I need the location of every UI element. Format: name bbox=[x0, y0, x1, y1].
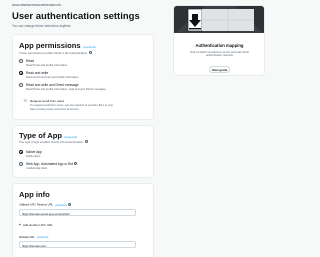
info-icon[interactable] bbox=[67, 203, 71, 206]
radio-native-app[interactable] bbox=[19, 150, 24, 155]
option-native-app-description: Public client bbox=[26, 155, 41, 158]
radio-read-and-write[interactable] bbox=[19, 71, 24, 76]
breadcrumb[interactable]: DEVELOPERSETTINGS/APPS/USERAUTH bbox=[12, 5, 61, 7]
radio-web-app[interactable] bbox=[19, 162, 24, 167]
email-request-toggle[interactable] bbox=[21, 99, 27, 103]
website-url-label-text: Website URL bbox=[19, 236, 35, 239]
required-tag: (required) bbox=[55, 203, 67, 207]
app-permissions-title-text: App permissions bbox=[19, 41, 81, 50]
option-read-and-write-description: Read and Post Posts and profile informat… bbox=[26, 76, 79, 79]
website-url-label: Website URL (required) bbox=[19, 236, 48, 239]
type-of-app-title-text: Type of App bbox=[19, 131, 63, 140]
page-subtitle: You can change these selections anytime. bbox=[12, 24, 72, 28]
info-icon[interactable] bbox=[84, 140, 88, 144]
add-another-uri-label: Add another URI / URL bbox=[23, 223, 53, 227]
add-another-uri-link[interactable]: + Add another URI / URL bbox=[19, 223, 53, 227]
plus-icon: + bbox=[19, 223, 21, 227]
email-request-description-line-1: To request email from users, you are req… bbox=[30, 104, 114, 107]
required-tag: (required) bbox=[82, 45, 96, 49]
app-info-title: App info bbox=[19, 190, 50, 199]
type-of-app-title: Type of App (required) bbox=[19, 131, 77, 140]
app-permissions-description-text: These permissions enable OAuth 1.0a Auth… bbox=[19, 51, 88, 55]
radio-read[interactable] bbox=[19, 59, 24, 64]
option-web-app-label-text: Web App, Automated App or Bot bbox=[26, 162, 74, 166]
callback-uri-label: Callback URI / Redirect URL (required) bbox=[19, 203, 71, 207]
app-info-card: App info Callback URI / Redirect URL (req… bbox=[12, 183, 154, 257]
option-web-app-description: Confidential client bbox=[26, 167, 48, 170]
callback-uri-label-text: Callback URI / Redirect URL bbox=[19, 203, 54, 207]
authentication-mapping-card: Authentication mapping Find out which of… bbox=[173, 5, 265, 76]
option-read-write-dm-description: Read Posts and profile information, read… bbox=[26, 88, 106, 91]
type-of-app-description-text: The type of App enables OAuth 2.0 Authen… bbox=[19, 140, 84, 144]
callback-uri-input[interactable]: https://tierneta.vercel.app.com/redirect bbox=[19, 209, 136, 216]
radio-read-write-dm[interactable] bbox=[19, 83, 24, 88]
type-of-app-card: Type of App (required) The type of App en… bbox=[12, 125, 154, 178]
info-icon[interactable] bbox=[88, 51, 92, 55]
authentication-mapping-description: Find out which of endpoints can be used … bbox=[189, 51, 250, 58]
key-illustration-graphic bbox=[174, 6, 264, 33]
key-illustration bbox=[174, 6, 264, 33]
required-tag: (required) bbox=[36, 236, 49, 239]
option-read-write-dm-label: Read and write and Direct message bbox=[26, 83, 79, 87]
info-icon[interactable] bbox=[74, 162, 78, 166]
email-request-label: Request email from users bbox=[30, 99, 65, 103]
option-native-app-label: Native App bbox=[26, 150, 42, 154]
option-read-and-write-label: Read and write bbox=[26, 71, 49, 75]
option-read-label: Read bbox=[26, 59, 34, 63]
type-of-app-description: The type of App enables OAuth 2.0 Authen… bbox=[19, 140, 88, 144]
view-guide-button[interactable]: View guide bbox=[209, 66, 230, 73]
app-permissions-title: App permissions (required) bbox=[19, 41, 96, 50]
option-read-description: Read Posts and profile information bbox=[26, 64, 68, 67]
page-root: DEVELOPERSETTINGS/APPS/USERAUTH User aut… bbox=[0, 0, 280, 257]
page-title: User authentication settings bbox=[12, 11, 140, 22]
website-url-input[interactable]: https://tierneta.com/ bbox=[19, 241, 136, 248]
app-permissions-card: App permissions (required) These permissi… bbox=[12, 34, 154, 120]
option-web-app-label: Web App, Automated App or Bot bbox=[26, 162, 78, 166]
required-tag: (required) bbox=[64, 135, 78, 139]
email-request-description-line-2: App's privacy policy and terms of servic… bbox=[30, 108, 80, 111]
authentication-mapping-title: Authentication mapping bbox=[195, 43, 244, 48]
app-permissions-description: These permissions enable OAuth 1.0a Auth… bbox=[19, 51, 92, 55]
